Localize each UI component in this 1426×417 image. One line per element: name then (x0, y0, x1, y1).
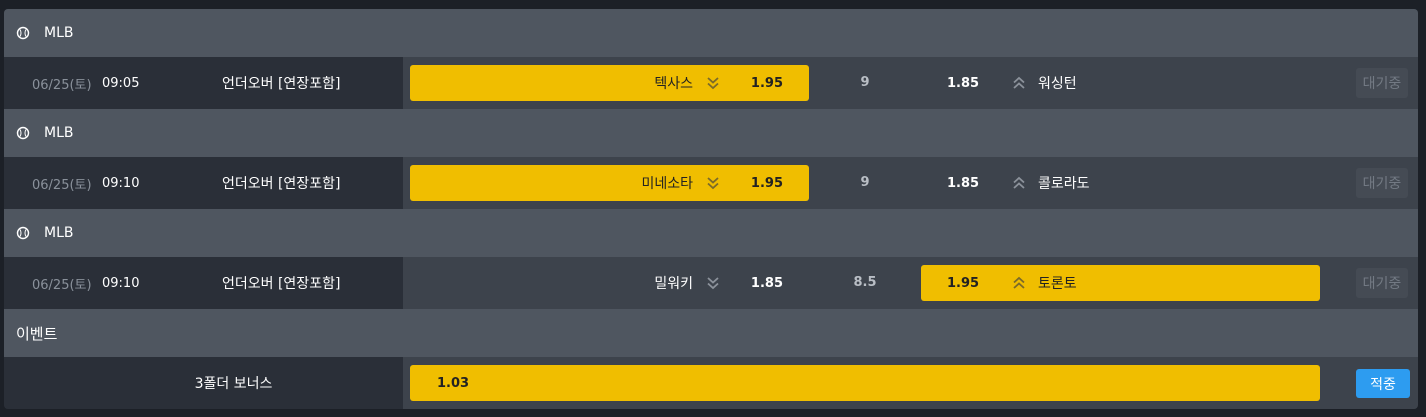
away-odds-button[interactable]: 1.85 워싱턴 (921, 65, 1320, 101)
home-odds: 1.95 (750, 75, 783, 91)
league-header: MLB (4, 209, 1418, 257)
home-odds: 1.85 (750, 275, 783, 291)
home-odds-button[interactable]: 미네소타 1.95 (410, 165, 809, 201)
bonus-odds-cell: 1.03 (410, 365, 1320, 401)
away-odds: 1.95 (947, 275, 980, 291)
chevron-double-down-icon (705, 75, 721, 91)
away-odds-button[interactable]: 1.85 콜로라도 (921, 165, 1320, 201)
league-header: MLB (4, 109, 1418, 157)
apply-button[interactable]: 적중 (1356, 369, 1410, 398)
market-type: 언더오버 [연장포함] (222, 76, 341, 92)
handicap-line: 8.5 (853, 275, 877, 290)
home-team-name: 텍사스 (654, 76, 693, 92)
chevron-double-up-icon (1011, 75, 1027, 91)
status-badge: 대기중 (1356, 168, 1408, 198)
league-name: MLB (44, 25, 74, 41)
home-team-name: 미네소타 (641, 176, 693, 192)
handicap-line: 9 (860, 175, 870, 190)
event-header: 이벤트 (4, 309, 1418, 357)
baseball-icon (16, 26, 30, 40)
home-odds-button[interactable]: 텍사스 1.95 (410, 65, 809, 101)
bonus-odds: 1.03 (437, 375, 470, 391)
game-time: 09:05 (102, 75, 140, 91)
event-name: 3폴더 보너스 (194, 376, 273, 392)
handicap-line: 9 (860, 75, 870, 90)
game-row: 06/25(토) 09:05 언더오버 [연장포함] 텍사스 1.95 9 1.… (4, 57, 1418, 109)
game-time: 09:10 (102, 275, 140, 291)
status-badge: 대기중 (1356, 68, 1408, 98)
game-date: 06/25(토) (32, 177, 92, 193)
bet-slip-panel: MLB 06/25(토) 09:05 언더오버 [연장포함] 텍사스 1.95 … (4, 9, 1418, 409)
away-team-name: 토론토 (1038, 276, 1077, 292)
game-row: 06/25(토) 09:10 언더오버 [연장포함] 밀워키 1.85 8.5 … (4, 257, 1418, 309)
away-odds: 1.85 (947, 75, 980, 91)
home-odds: 1.95 (750, 175, 783, 191)
market-type: 언더오버 [연장포함] (222, 176, 341, 192)
league-header: MLB (4, 9, 1418, 57)
chevron-double-down-icon (705, 175, 721, 191)
league-name: MLB (44, 125, 74, 141)
home-team-name: 밀워키 (654, 276, 693, 292)
home-odds-button[interactable]: 밀워키 1.85 (410, 265, 809, 301)
away-odds-button[interactable]: 1.95 토론토 (921, 265, 1320, 301)
game-date: 06/25(토) (32, 277, 92, 293)
baseball-icon (16, 126, 30, 140)
away-team-name: 워싱턴 (1038, 76, 1077, 92)
league-name: MLB (44, 225, 74, 241)
away-odds: 1.85 (947, 175, 980, 191)
away-team-name: 콜로라도 (1038, 176, 1090, 192)
status-badge: 대기중 (1356, 268, 1408, 298)
market-type: 언더오버 [연장포함] (222, 276, 341, 292)
chevron-double-down-icon (705, 275, 721, 291)
game-date: 06/25(토) (32, 77, 92, 93)
game-time: 09:10 (102, 175, 140, 191)
baseball-icon (16, 226, 30, 240)
chevron-double-up-icon (1011, 175, 1027, 191)
event-row: 3폴더 보너스 1.03 적중 (4, 357, 1418, 409)
game-row: 06/25(토) 09:10 언더오버 [연장포함] 미네소타 1.95 9 1… (4, 157, 1418, 209)
chevron-double-up-icon (1011, 275, 1027, 291)
